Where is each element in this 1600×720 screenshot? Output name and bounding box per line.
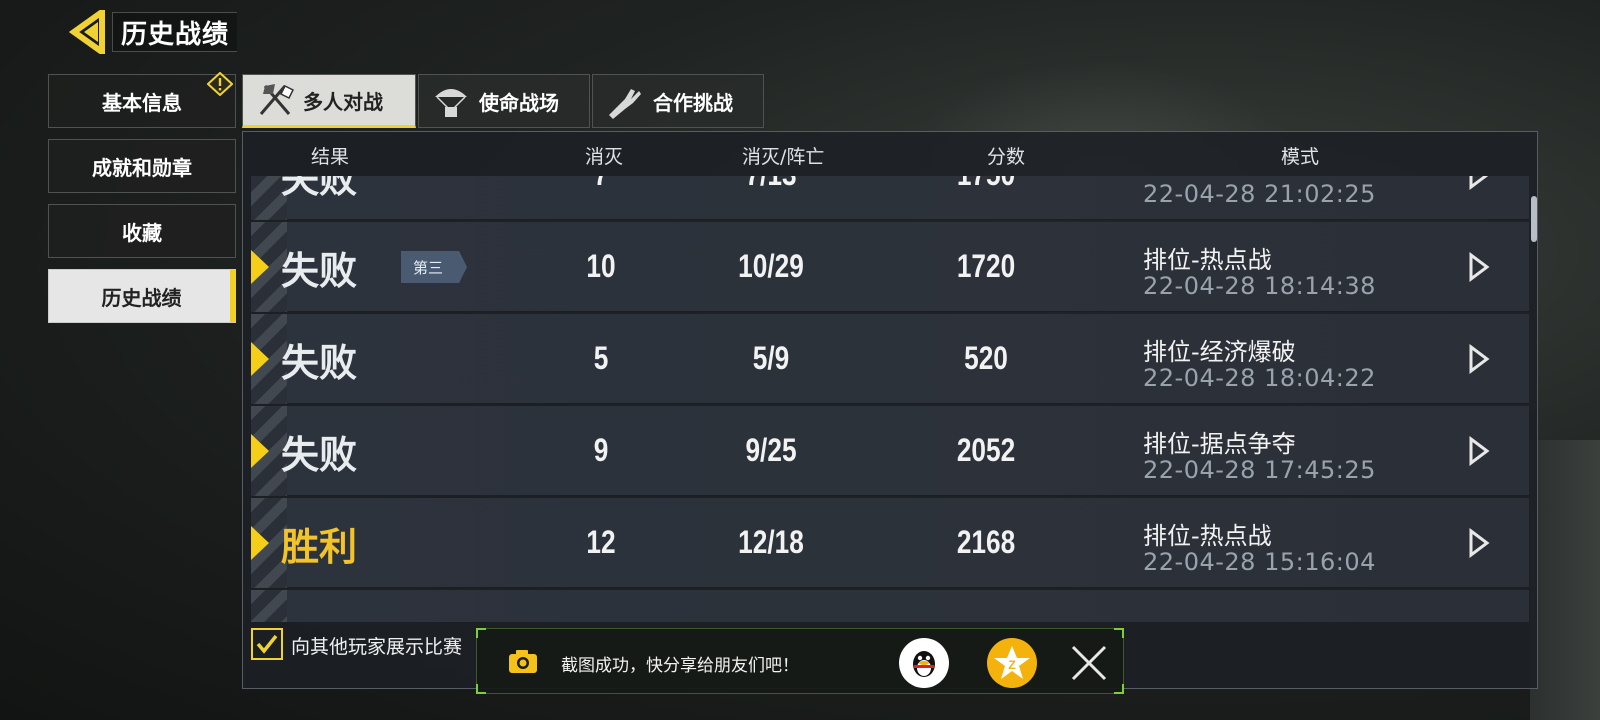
match-result: 胜利 (281, 525, 358, 569)
table-row[interactable]: 失败 第三 10 10/29 1720 排位-热点战 22-04-28 18:1… (251, 222, 1529, 312)
match-time: 22-04-28 15:16:04 (1143, 548, 1376, 576)
sidebar-item-basic-info[interactable]: 基本信息 (48, 72, 236, 128)
share-qzone-button[interactable]: Z (987, 638, 1037, 688)
match-time: 22-04-28 17:45:25 (1143, 456, 1376, 484)
sidebar-item-achievements[interactable]: 成就和勋章 (48, 139, 236, 193)
row-marker-icon (251, 342, 269, 376)
camera-icon (509, 650, 537, 673)
kd-value: 9/25 (745, 432, 797, 468)
row-marker-icon (251, 434, 269, 468)
match-mode: 排位-热点战 (1143, 522, 1272, 550)
row-stripes (251, 590, 287, 622)
match-list[interactable]: 失败 7 7/13 1750 22-04-28 21:02:25 失败 第三 1… (251, 176, 1529, 622)
sidebar-item-label: 成就和勋章 (92, 155, 192, 180)
table-row[interactable]: 失败 5 5/9 520 排位-经济爆破 22-04-28 18:04:22 (251, 314, 1529, 404)
background-door (1530, 440, 1600, 720)
sidebar-item-label: 历史战绩 (101, 285, 182, 310)
play-arrow-icon[interactable] (1467, 252, 1491, 282)
crossed-flags-icon (259, 84, 295, 115)
column-header-kd: 消灭/阵亡 (742, 146, 825, 168)
tab-label: 合作挑战 (653, 90, 733, 115)
table-row[interactable]: 胜利 12 12/18 2168 排位-热点战 22-04-28 15:16:0… (251, 498, 1529, 588)
sidebar-item-label: 基本信息 (102, 90, 182, 115)
match-history-panel: 结果 消灭 消灭/阵亡 分数 模式 失败 7 7/13 1750 22-04-2… (242, 131, 1538, 689)
screenshot-toast: 截图成功，快分享给朋友们吧！ Z (476, 628, 1124, 694)
table-row[interactable]: 失败 7 7/13 1750 22-04-28 21:02:25 (251, 176, 1529, 220)
parachute-crate-icon (435, 89, 467, 117)
column-header-result: 结果 (311, 146, 350, 168)
match-result: 失败 (281, 341, 358, 385)
warning-icon (207, 72, 233, 96)
column-header-mode: 模式 (1281, 146, 1320, 168)
row-marker-icon (251, 526, 269, 560)
score-value: 2168 (956, 524, 1016, 560)
score-value: 2052 (956, 432, 1016, 468)
kills-value: 9 (593, 432, 609, 468)
play-arrow-icon[interactable] (1467, 528, 1491, 558)
tab-multiplayer[interactable]: 多人对战 (242, 74, 416, 128)
page-title-text: 历史战绩 (121, 19, 230, 50)
column-header-kills: 消灭 (585, 146, 624, 168)
tab-label: 多人对战 (303, 89, 383, 114)
toast-corner (1114, 628, 1124, 638)
match-mode: 排位-据点争夺 (1143, 430, 1296, 458)
sidebar-item-collection[interactable]: 收藏 (48, 204, 236, 258)
page-title: 历史战绩 (112, 12, 238, 52)
toast-corner (476, 684, 486, 694)
rank-badge: 第三 (401, 251, 467, 283)
tab-label: 使命战场 (479, 90, 559, 115)
match-mode: 排位-热点战 (1143, 246, 1272, 274)
match-mode: 排位-经济爆破 (1143, 338, 1296, 366)
play-arrow-icon[interactable] (1467, 436, 1491, 466)
kills-value: 5 (593, 340, 609, 376)
toast-message: 截图成功，快分享给朋友们吧！ (561, 656, 799, 676)
back-button[interactable] (68, 6, 108, 58)
tab-battle-royale[interactable]: 使命战场 (418, 74, 590, 128)
match-result: 失败 (281, 249, 358, 293)
score-value: 1720 (956, 248, 1016, 284)
sidebar-item-match-history[interactable]: 历史战绩 (48, 269, 236, 323)
column-header-score: 分数 (987, 146, 1026, 168)
toast-corner (476, 628, 486, 638)
close-icon[interactable] (1069, 643, 1109, 683)
match-time: 22-04-28 21:02:25 (1143, 180, 1376, 208)
row-marker-icon (251, 250, 269, 284)
show-match-label: 向其他玩家展示比赛 (291, 636, 463, 658)
back-arrow-icon (68, 6, 105, 58)
table-row[interactable] (251, 590, 1529, 622)
kd-value: 7/13 (714, 176, 829, 193)
sidebar-item-label: 收藏 (122, 220, 162, 245)
toast-corner (1114, 684, 1124, 694)
kd-value: 12/18 (738, 524, 804, 560)
zombie-hand-icon (609, 89, 641, 119)
checkmark-icon (256, 634, 278, 654)
kills-value: 7 (560, 176, 642, 193)
match-time: 22-04-28 18:04:22 (1143, 364, 1376, 392)
show-match-checkbox[interactable] (251, 628, 283, 660)
score-value: 1750 (920, 176, 1051, 193)
play-arrow-icon[interactable] (1467, 176, 1491, 190)
kills-value: 10 (586, 248, 616, 284)
kd-value: 10/29 (738, 248, 804, 284)
kd-value: 5/9 (752, 340, 790, 376)
qq-penguin-icon (913, 651, 935, 677)
svg-text:Z: Z (1008, 658, 1015, 672)
table-row[interactable]: 失败 9 9/25 2052 排位-据点争夺 22-04-28 17:45:25 (251, 406, 1529, 496)
match-time: 22-04-28 18:14:38 (1143, 272, 1376, 300)
play-arrow-icon[interactable] (1467, 344, 1491, 374)
score-value: 520 (964, 340, 1008, 376)
match-result: 失败 (281, 176, 358, 201)
share-qq-button[interactable] (899, 638, 949, 688)
kills-value: 12 (586, 524, 616, 560)
match-result: 失败 (281, 433, 358, 477)
tab-coop-challenge[interactable]: 合作挑战 (592, 74, 764, 128)
qzone-star-icon: Z (994, 646, 1030, 679)
scrollbar[interactable] (1531, 196, 1537, 242)
